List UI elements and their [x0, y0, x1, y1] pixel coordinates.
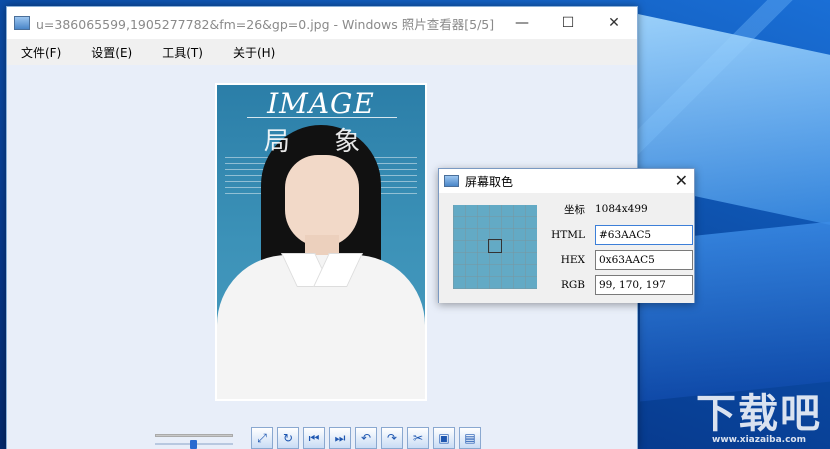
close-button[interactable]: ✕: [591, 7, 637, 39]
menu-file[interactable]: 文件(F): [13, 44, 69, 61]
menu-tools[interactable]: 工具(T): [154, 44, 211, 61]
maximize-button[interactable]: ☐: [545, 7, 591, 39]
photo-chinese-text: 局 象: [263, 127, 379, 157]
coord-row: 坐标 1084x499: [549, 199, 694, 219]
watermark-url: www.xiazaiba.com: [712, 435, 806, 445]
zoom-slider[interactable]: [151, 428, 237, 449]
fit-screen-button[interactable]: ⤢: [251, 427, 273, 449]
rotate-left-icon: ↶: [360, 431, 372, 445]
minimize-button[interactable]: —: [499, 7, 545, 39]
photo-title-text: IMAGE: [267, 87, 375, 120]
color-picker-app-icon: [444, 175, 459, 187]
hex-row: HEX 0x63AAC5: [549, 250, 694, 270]
coord-label: 坐标: [564, 203, 585, 216]
first-image-icon: ⏮: [308, 430, 320, 445]
fit-screen-icon: ⤢: [257, 430, 267, 445]
color-picker-title-bar[interactable]: 屏幕取色 ✕: [439, 169, 694, 193]
save-icon: ▣: [438, 431, 450, 445]
html-label: HTML: [551, 229, 585, 241]
zoom-slider-track: [155, 434, 233, 437]
rotate-right-button[interactable]: ↷: [381, 427, 403, 449]
window-title: u=386065599,1905277782&fm=26&gp=0.jpg - …: [36, 16, 495, 32]
rgb-row: RGB 99, 170, 197: [549, 275, 694, 295]
photo-viewer-app-icon: [14, 16, 30, 30]
hex-label: HEX: [560, 254, 585, 266]
color-picker-title: 屏幕取色: [465, 174, 514, 189]
menu-settings[interactable]: 设置(E): [83, 44, 140, 61]
html-color-field[interactable]: #63AAC5: [595, 225, 693, 245]
title-bar[interactable]: u=386065599,1905277782&fm=26&gp=0.jpg - …: [7, 7, 637, 39]
menu-about[interactable]: 关于(H): [225, 44, 283, 61]
watermark-logo-text: 下载吧: [696, 391, 822, 437]
zoom-slider-thumb[interactable]: [189, 440, 197, 449]
first-image-button[interactable]: ⏮: [303, 427, 325, 449]
displayed-photo: IMAGE 局 象: [217, 85, 425, 399]
rotate-left-button[interactable]: ↶: [355, 427, 377, 449]
rotate-right-icon: ↷: [386, 431, 398, 445]
magnifier-center-marker: [488, 239, 502, 253]
site-watermark: 下载吧 www.xiazaiba.com: [696, 393, 822, 445]
menu-bar: 文件(F) 设置(E) 工具(T) 关于(H): [7, 39, 637, 65]
coord-value: 1084x499: [595, 203, 648, 215]
save-button[interactable]: ▣: [433, 427, 455, 449]
color-picker-body: 坐标 1084x499 HTML #63AAC5 HEX 0x63AAC5 RG…: [439, 193, 694, 303]
photo-title-underline: [247, 117, 397, 118]
viewer-toolbar: ⤢ ↻ ⏮ ⏭ ↶ ↷ ✂ ▣ ▤: [151, 427, 485, 449]
cut-icon: ✂: [412, 431, 424, 445]
photo-face: [285, 155, 359, 247]
cut-button[interactable]: ✂: [407, 427, 429, 449]
last-image-button[interactable]: ⏭: [329, 427, 351, 449]
last-image-icon: ⏭: [334, 430, 346, 445]
html-row: HTML #63AAC5: [549, 225, 694, 245]
displayed-photo-frame: IMAGE 局 象: [215, 83, 427, 401]
hex-color-field[interactable]: 0x63AAC5: [595, 250, 693, 270]
refresh-button[interactable]: ↻: [277, 427, 299, 449]
refresh-icon: ↻: [282, 431, 294, 445]
color-picker-close-button[interactable]: ✕: [675, 171, 688, 190]
color-magnifier-preview: [453, 205, 537, 289]
delete-icon: ▤: [464, 431, 476, 445]
color-picker-dialog: 屏幕取色 ✕ 坐标 1084x499 HTML #63AAC5 HEX 0x63…: [438, 168, 695, 303]
delete-button[interactable]: ▤: [459, 427, 481, 449]
rgb-color-field[interactable]: 99, 170, 197: [595, 275, 693, 295]
rgb-label: RGB: [560, 279, 585, 291]
